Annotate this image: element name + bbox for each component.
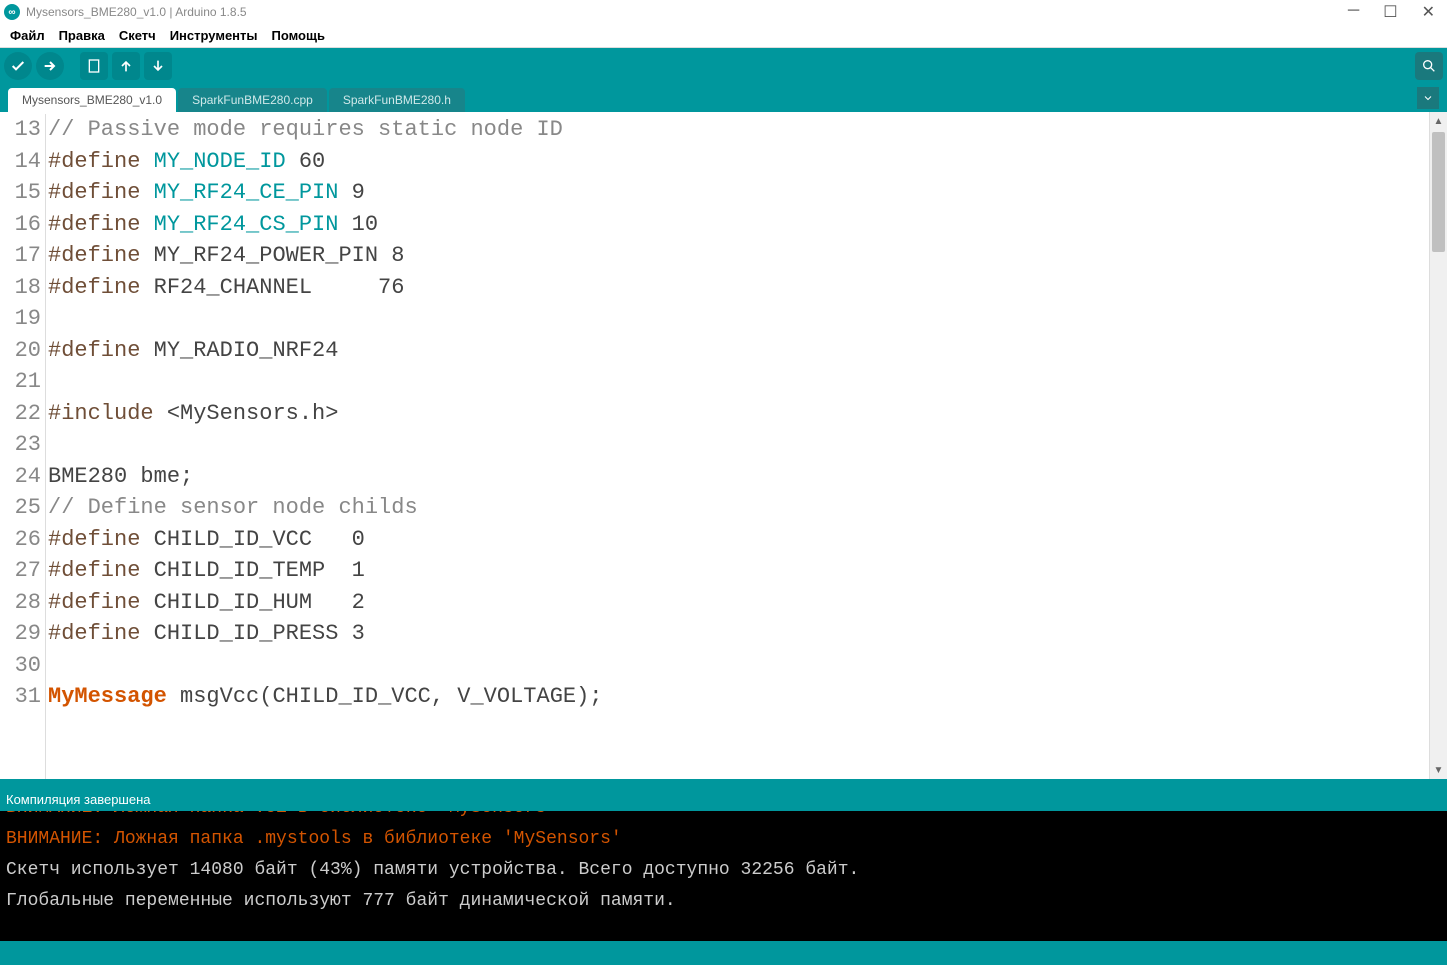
line-number: 15 — [0, 177, 41, 209]
line-number: 22 — [0, 398, 41, 430]
line-number: 27 — [0, 555, 41, 587]
arrow-down-icon — [150, 58, 166, 74]
code-line[interactable] — [48, 303, 1429, 335]
arrow-right-icon — [42, 58, 58, 74]
new-button[interactable] — [80, 52, 108, 80]
window-controls: ─ ☐ ✕ — [1348, 2, 1443, 22]
status-bar: Компиляция завершена — [0, 787, 1447, 811]
menu-tools[interactable]: Инструменты — [164, 26, 264, 45]
console-line: ВНИМАНИЕ: Ложная папка .mystools в библи… — [6, 824, 1441, 855]
status-message: Компиляция завершена — [6, 792, 151, 807]
line-number: 26 — [0, 524, 41, 556]
scroll-thumb[interactable] — [1432, 132, 1445, 252]
line-number: 19 — [0, 303, 41, 335]
line-number: 14 — [0, 146, 41, 178]
tabbar: Mysensors_BME280_v1.0SparkFunBME280.cppS… — [0, 84, 1447, 112]
line-number: 23 — [0, 429, 41, 461]
line-number: 20 — [0, 335, 41, 367]
line-number: 28 — [0, 587, 41, 619]
code-line[interactable]: // Passive mode requires static node ID — [48, 114, 1429, 146]
verify-button[interactable] — [4, 52, 32, 80]
output-console[interactable]: ВНИМАНИЕ: Ложная папка .ci в библиотеке … — [0, 811, 1447, 941]
code-line[interactable]: BME280 bme; — [48, 461, 1429, 493]
menu-sketch[interactable]: Скетч — [113, 26, 162, 45]
menu-file[interactable]: Файл — [4, 26, 51, 45]
code-line[interactable] — [48, 366, 1429, 398]
toolbar — [0, 48, 1447, 84]
code-line[interactable]: #include <MySensors.h> — [48, 398, 1429, 430]
code-line[interactable]: #define CHILD_ID_HUM 2 — [48, 587, 1429, 619]
line-number: 31 — [0, 681, 41, 713]
scroll-down-icon[interactable]: ▼ — [1430, 761, 1447, 779]
console-line: Скетч использует 14080 байт (43%) памяти… — [6, 855, 1441, 886]
code-line[interactable] — [48, 650, 1429, 682]
code-content[interactable]: // Passive mode requires static node ID#… — [46, 114, 1429, 779]
line-number: 24 — [0, 461, 41, 493]
code-line[interactable] — [48, 429, 1429, 461]
serial-monitor-button[interactable] — [1415, 52, 1443, 80]
code-editor[interactable]: 13141516171819202122232425262728293031 /… — [0, 112, 1429, 779]
save-button[interactable] — [144, 52, 172, 80]
chevron-down-icon — [1422, 92, 1434, 104]
line-number: 25 — [0, 492, 41, 524]
code-line[interactable]: #define MY_RADIO_NRF24 — [48, 335, 1429, 367]
line-number: 16 — [0, 209, 41, 241]
line-number: 29 — [0, 618, 41, 650]
upload-button[interactable] — [36, 52, 64, 80]
code-line[interactable]: #define CHILD_ID_TEMP 1 — [48, 555, 1429, 587]
code-line[interactable]: #define MY_RF24_CE_PIN 9 — [48, 177, 1429, 209]
menu-edit[interactable]: Правка — [53, 26, 111, 45]
check-icon — [10, 58, 26, 74]
code-line[interactable]: #define RF24_CHANNEL 76 — [48, 272, 1429, 304]
footer-bar — [0, 941, 1447, 965]
serial-monitor-icon — [1421, 58, 1437, 74]
minimize-button[interactable]: ─ — [1348, 2, 1359, 22]
line-number: 13 — [0, 114, 41, 146]
close-button[interactable]: ✕ — [1422, 2, 1435, 22]
console-line: Глобальные переменные используют 777 бай… — [6, 886, 1441, 917]
status-divider — [0, 779, 1447, 787]
code-line[interactable]: #define MY_RF24_CS_PIN 10 — [48, 209, 1429, 241]
maximize-button[interactable]: ☐ — [1383, 2, 1397, 22]
line-number: 30 — [0, 650, 41, 682]
window-title: Mysensors_BME280_v1.0 | Arduino 1.8.5 — [26, 5, 1348, 19]
code-line[interactable]: #define MY_RF24_POWER_PIN 8 — [48, 240, 1429, 272]
tab-0[interactable]: Mysensors_BME280_v1.0 — [8, 88, 176, 112]
line-number: 21 — [0, 366, 41, 398]
console-line: ВНИМАНИЕ: Ложная папка .ci в библиотеке … — [6, 811, 1441, 824]
code-line[interactable]: // Define sensor node childs — [48, 492, 1429, 524]
menubar: Файл Правка Скетч Инструменты Помощь — [0, 24, 1447, 48]
code-line[interactable]: #define CHILD_ID_PRESS 3 — [48, 618, 1429, 650]
menu-help[interactable]: Помощь — [266, 26, 331, 45]
code-line[interactable]: #define CHILD_ID_VCC 0 — [48, 524, 1429, 556]
tab-2[interactable]: SparkFunBME280.h — [329, 88, 465, 112]
vertical-scrollbar[interactable]: ▲ ▼ — [1429, 112, 1447, 779]
scroll-up-icon[interactable]: ▲ — [1430, 112, 1447, 130]
arduino-logo-icon: ∞ — [4, 4, 20, 20]
line-gutter: 13141516171819202122232425262728293031 — [0, 114, 46, 779]
tab-1[interactable]: SparkFunBME280.cpp — [178, 88, 327, 112]
file-icon — [86, 58, 102, 74]
code-line[interactable]: MyMessage msgVcc(CHILD_ID_VCC, V_VOLTAGE… — [48, 681, 1429, 713]
editor-area: 13141516171819202122232425262728293031 /… — [0, 112, 1447, 779]
line-number: 18 — [0, 272, 41, 304]
code-line[interactable]: #define MY_NODE_ID 60 — [48, 146, 1429, 178]
tab-dropdown-button[interactable] — [1417, 87, 1439, 109]
titlebar: ∞ Mysensors_BME280_v1.0 | Arduino 1.8.5 … — [0, 0, 1447, 24]
arrow-up-icon — [118, 58, 134, 74]
open-button[interactable] — [112, 52, 140, 80]
line-number: 17 — [0, 240, 41, 272]
